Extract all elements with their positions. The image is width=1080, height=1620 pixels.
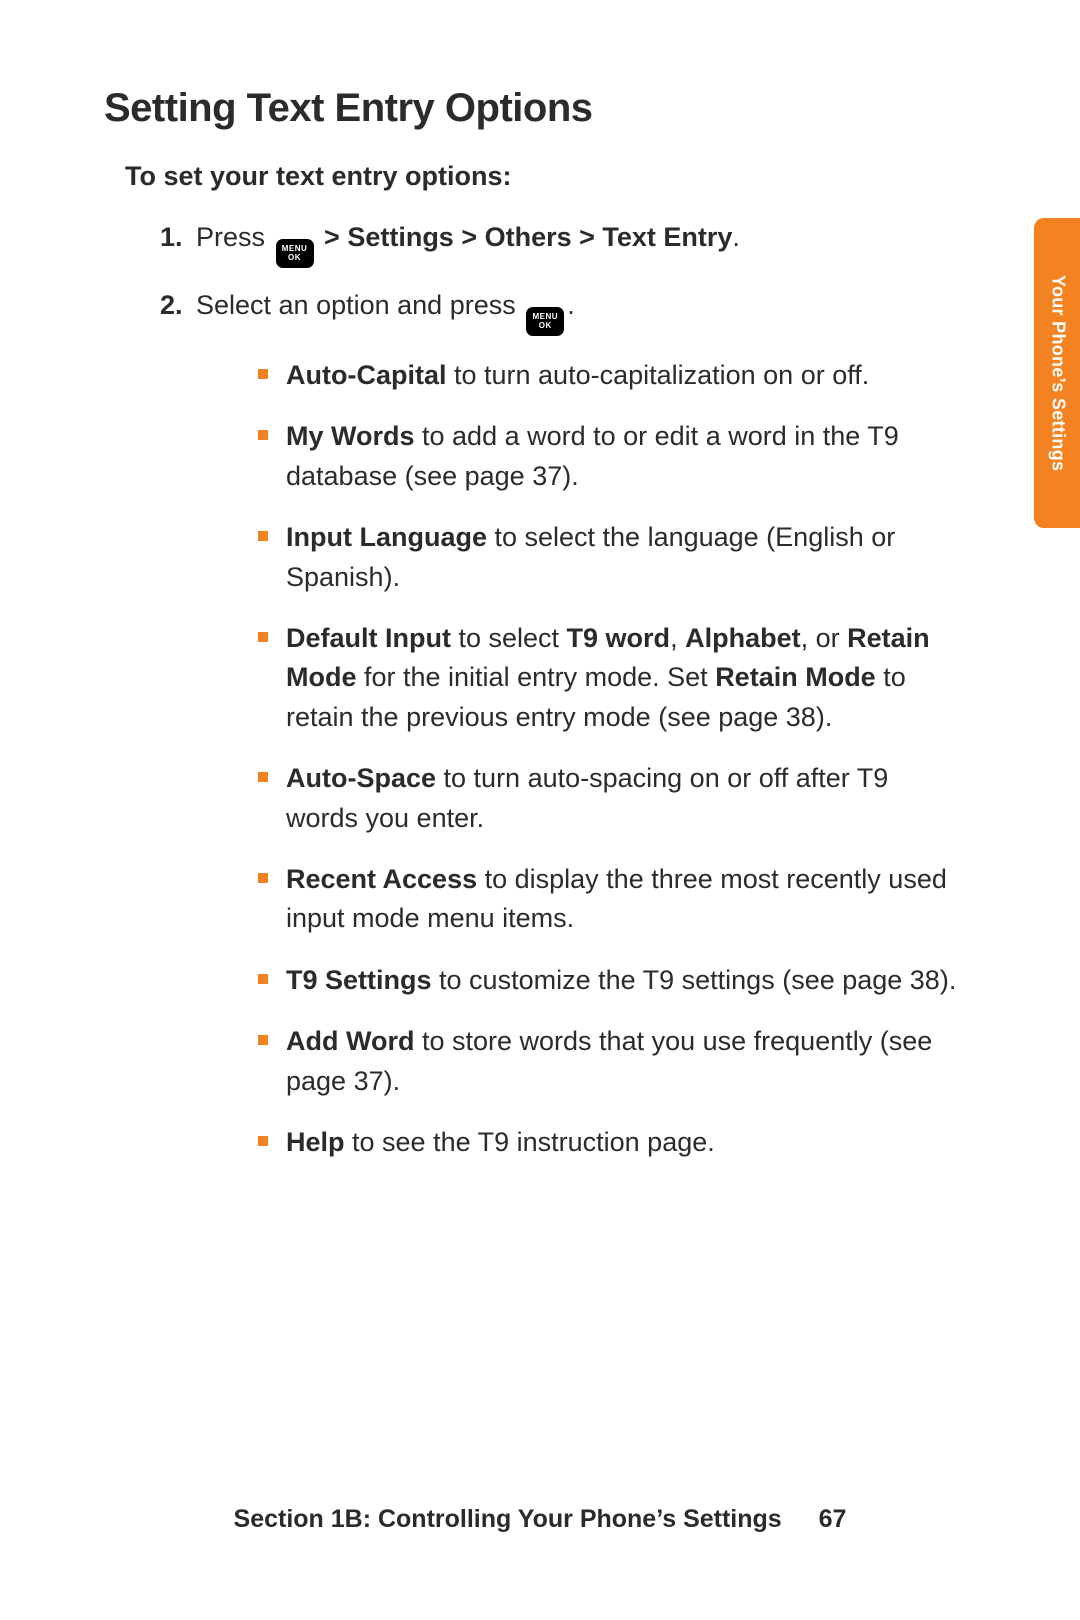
menu-ok-key-icon: MENU OK <box>526 307 564 336</box>
option-help: Help to see the T9 instruction page. <box>258 1123 960 1162</box>
section-side-tab: Your Phone’s Settings <box>1034 218 1080 528</box>
step-1: Press MENU OK > Settings > Others > Text… <box>160 218 960 268</box>
option-t9-settings: T9 Settings to customize the T9 settings… <box>258 961 960 1000</box>
step-2-period: . <box>567 290 575 320</box>
option-default-input: Default Input to select T9 word, Alphabe… <box>258 619 960 737</box>
option-recent-access: Recent Access to display the three most … <box>258 860 960 939</box>
step-1-path: > Settings > Others > Text Entry <box>324 222 732 252</box>
footer-page-number: 67 <box>819 1505 847 1533</box>
footer-section-title: Section 1B: Controlling Your Phone’s Set… <box>234 1505 782 1533</box>
side-tab-label: Your Phone’s Settings <box>1048 275 1069 471</box>
step-1-press: Press <box>196 222 273 252</box>
page-footer: Section 1B: Controlling Your Phone’s Set… <box>0 1505 1080 1534</box>
menu-ok-key-icon: MENU OK <box>276 239 314 268</box>
step-1-period: . <box>732 222 740 252</box>
options-list: Auto-Capital to turn auto-capitalization… <box>258 356 960 1163</box>
page-heading: Setting Text Entry Options <box>104 86 960 131</box>
steps-list: Press MENU OK > Settings > Others > Text… <box>160 218 960 1163</box>
lead-instruction: To set your text entry options: <box>125 161 960 192</box>
manual-page: Setting Text Entry Options To set your t… <box>0 0 1080 1620</box>
step-2: Select an option and press MENU OK . Aut… <box>160 286 960 1163</box>
option-auto-capital: Auto-Capital to turn auto-capitalization… <box>258 356 960 395</box>
option-input-language: Input Language to select the language (E… <box>258 518 960 597</box>
option-my-words: My Words to add a word to or edit a word… <box>258 417 960 496</box>
option-auto-space: Auto-Space to turn auto-spacing on or of… <box>258 759 960 838</box>
option-add-word: Add Word to store words that you use fre… <box>258 1022 960 1101</box>
step-2-text: Select an option and press <box>196 290 523 320</box>
